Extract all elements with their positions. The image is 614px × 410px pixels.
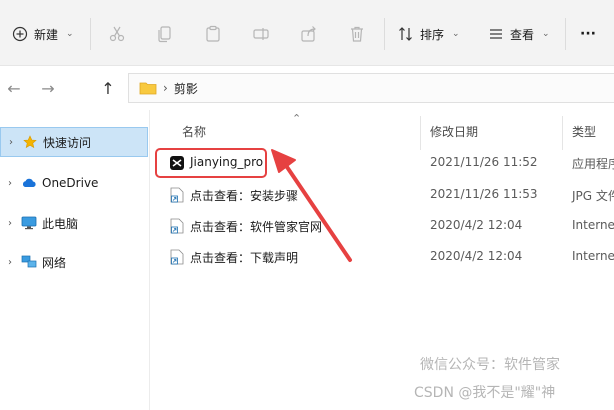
watermark-text: 微信公众号：软件管家	[420, 357, 560, 373]
annotation-arrow	[271, 149, 352, 262]
watermark-text: CSDN @我不是"耀"神	[414, 385, 556, 401]
